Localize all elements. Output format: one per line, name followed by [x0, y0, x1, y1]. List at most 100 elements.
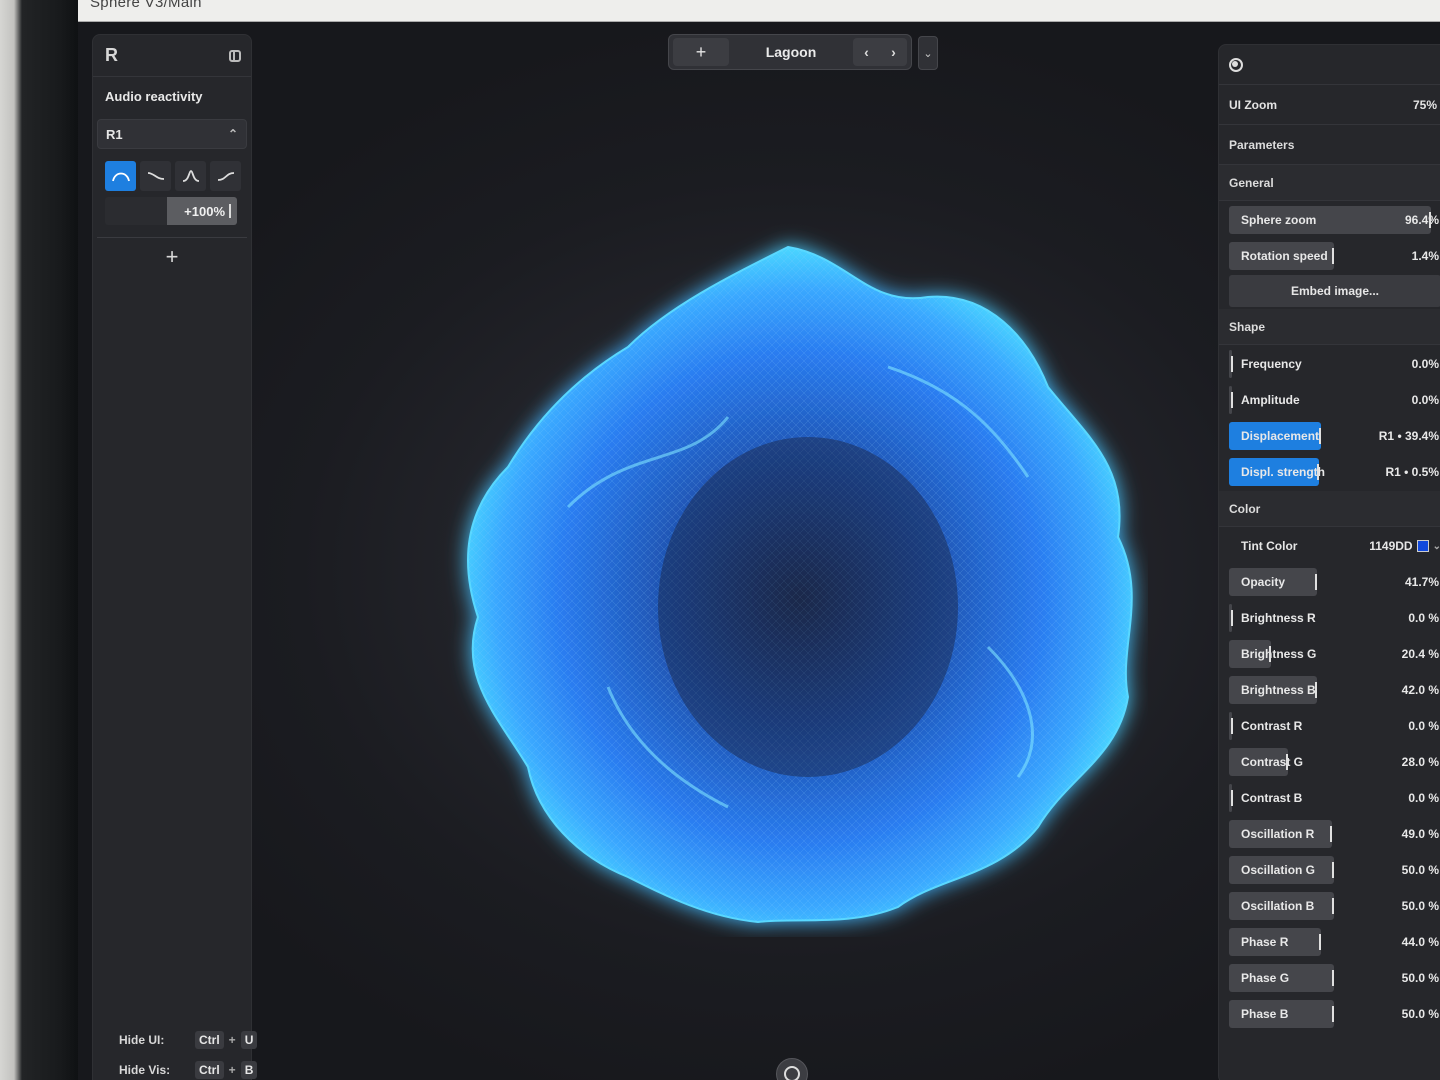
prev-preset-button[interactable]: ‹	[864, 44, 869, 60]
section-general[interactable]: General	[1219, 165, 1440, 201]
slider-value: 28.0 %	[1401, 755, 1439, 769]
slider-handle[interactable]	[1332, 1006, 1334, 1022]
general-slider-sphere-zoom[interactable]: Sphere zoom 96.4%	[1229, 203, 1440, 237]
source-select-value: R1	[106, 126, 123, 142]
slider-value: 50.0 %	[1401, 899, 1439, 913]
shape-slider-displacement[interactable]: Displacement R1 • 39.4%	[1229, 419, 1440, 453]
record-button[interactable]	[776, 1058, 808, 1080]
window-title-bar: Sphere V3/Main	[78, 0, 1440, 22]
color-slider-contrast-r[interactable]: Contrast R 0.0 %	[1229, 709, 1440, 743]
next-preset-button[interactable]: ›	[891, 44, 896, 60]
preset-dropdown-button[interactable]: ⌄	[918, 36, 938, 70]
color-slider-phase-g[interactable]: Phase G 50.0 %	[1229, 961, 1440, 995]
color-slider-contrast-g[interactable]: Contrast G 28.0 %	[1229, 745, 1440, 779]
plus-glyph: +	[228, 1033, 236, 1047]
panel-logo: R	[105, 45, 118, 65]
slider-label: Rotation speed	[1241, 249, 1328, 263]
shape-slider-frequency[interactable]: Frequency 0.0%	[1229, 347, 1440, 381]
slider-label: Brightness G	[1241, 647, 1317, 661]
slider-handle[interactable]	[1315, 682, 1318, 698]
color-slider-brightness-g[interactable]: Brightness G 20.4 %	[1229, 637, 1440, 671]
sidebar-toggle-icon[interactable]	[229, 49, 241, 62]
tint-color-value: 1149DD	[1369, 539, 1413, 553]
slider-handle[interactable]	[1231, 610, 1233, 626]
shape-slider-displ-strength[interactable]: Displ. strength R1 • 0.5%	[1229, 455, 1440, 489]
shortcut-mod-key: Ctrl	[195, 1031, 224, 1049]
slider-handle[interactable]	[1319, 428, 1322, 444]
color-slider-opacity[interactable]: Opacity 41.7%	[1229, 565, 1440, 599]
color-slider-brightness-r[interactable]: Brightness R 0.0 %	[1229, 601, 1440, 635]
slider-label: Contrast R	[1241, 719, 1303, 733]
amount-fill: +100%	[167, 197, 237, 225]
slider-label: Oscillation R	[1241, 827, 1315, 841]
slider-value: 0.0 %	[1408, 719, 1439, 733]
source-select[interactable]: R1 ⌃	[97, 119, 247, 149]
color-slider-phase-r[interactable]: Phase R 44.0 %	[1229, 925, 1440, 959]
preset-bar: + Lagoon ‹ ›	[668, 34, 912, 70]
tint-color-row[interactable]: Tint Color 1149DD ⌄	[1229, 529, 1440, 563]
slider-handle[interactable]	[1332, 862, 1334, 878]
chevron-down-icon[interactable]: ⌄	[1433, 541, 1440, 552]
shape-slider-amplitude[interactable]: Amplitude 0.0%	[1229, 383, 1440, 417]
color-slider-phase-b[interactable]: Phase B 50.0 %	[1229, 997, 1440, 1031]
shape-list: Frequency 0.0% Amplitude 0.0% Displacement R1…	[1219, 347, 1440, 489]
general-slider-rotation-speed[interactable]: Rotation speed 1.4%	[1229, 239, 1440, 273]
slider-handle[interactable]	[1332, 970, 1334, 986]
parameters-heading: Parameters	[1219, 125, 1440, 165]
shortcut-hide-ui: Hide UI: Ctrl + U	[119, 1025, 258, 1055]
ui-zoom-label: UI Zoom	[1229, 97, 1277, 112]
slider-label: Sphere zoom	[1241, 213, 1317, 227]
color-slider-oscillation-b[interactable]: Oscillation B 50.0 %	[1229, 889, 1440, 923]
tint-color-picker[interactable]: 1149DD ⌄	[1369, 539, 1440, 553]
slider-handle[interactable]	[1231, 790, 1233, 806]
section-color[interactable]: Color	[1219, 491, 1440, 527]
color-swatch[interactable]	[1416, 540, 1429, 552]
general-list: Sphere zoom 96.4% Rotation speed 1.4%	[1219, 203, 1440, 273]
shortcut-key: U	[240, 1031, 258, 1049]
section-shape[interactable]: Shape	[1219, 309, 1440, 345]
slider-handle[interactable]	[1332, 898, 1334, 914]
slider-handle[interactable]	[1231, 356, 1233, 372]
slider-value: 50.0 %	[1401, 971, 1439, 985]
color-slider-oscillation-g[interactable]: Oscillation G 50.0 %	[1229, 853, 1440, 887]
color-slider-contrast-b[interactable]: Contrast B 0.0 %	[1229, 781, 1440, 815]
slider-label: Contrast G	[1241, 755, 1304, 769]
preset-nav: ‹ ›	[853, 38, 907, 66]
panel-header	[1219, 45, 1440, 85]
slider-label: Phase R	[1241, 935, 1289, 949]
slider-value: 50.0 %	[1401, 863, 1439, 877]
embed-image-button[interactable]: Embed image...	[1229, 275, 1440, 307]
add-preset-button[interactable]: +	[673, 38, 729, 66]
slider-handle[interactable]	[1428, 212, 1431, 228]
curve-peak-button[interactable]	[175, 161, 206, 191]
slider-handle[interactable]	[1332, 248, 1334, 264]
curve-bell-button[interactable]	[105, 161, 136, 191]
slider-handle[interactable]	[1319, 934, 1322, 950]
slider-handle[interactable]	[1329, 826, 1332, 842]
shortcut-hide-vis: Hide Vis: Ctrl + B	[119, 1055, 258, 1080]
color-slider-oscillation-r[interactable]: Oscillation R 49.0 %	[1229, 817, 1440, 851]
slider-handle[interactable]	[1315, 574, 1318, 590]
preset-name[interactable]: Lagoon	[729, 44, 853, 60]
slider-handle[interactable]	[1231, 718, 1233, 734]
shortcut-key: B	[240, 1061, 258, 1079]
ui-zoom-row[interactable]: UI Zoom 75%	[1219, 85, 1440, 125]
theme-icon[interactable]	[1229, 57, 1243, 72]
curve-rise-button[interactable]	[210, 161, 241, 191]
color-slider-brightness-b[interactable]: Brightness B 42.0 %	[1229, 673, 1440, 707]
add-modulator-button[interactable]: +	[93, 244, 251, 270]
slider-label: Phase G	[1241, 971, 1290, 985]
slider-handle[interactable]	[1269, 646, 1271, 662]
slider-value: 50.0 %	[1401, 1007, 1439, 1021]
app-canvas[interactable]: R Audio reactivity R1 ⌃ +100% + Hide UI:…	[78, 22, 1440, 1080]
curve-fall-button[interactable]	[140, 161, 171, 191]
slider-value: 44.0 %	[1401, 935, 1439, 949]
slider-handle[interactable]	[1231, 392, 1233, 408]
slider-value: 41.7%	[1404, 575, 1439, 589]
slider-value: 49.0 %	[1401, 827, 1439, 841]
parameters-panel: UI Zoom 75% Parameters General Sphere zo…	[1218, 44, 1440, 1080]
amount-slider[interactable]: +100%	[105, 197, 237, 225]
slider-handle[interactable]	[1285, 754, 1288, 770]
slider-label: Contrast B	[1241, 791, 1303, 805]
slider-handle[interactable]	[1317, 464, 1320, 480]
